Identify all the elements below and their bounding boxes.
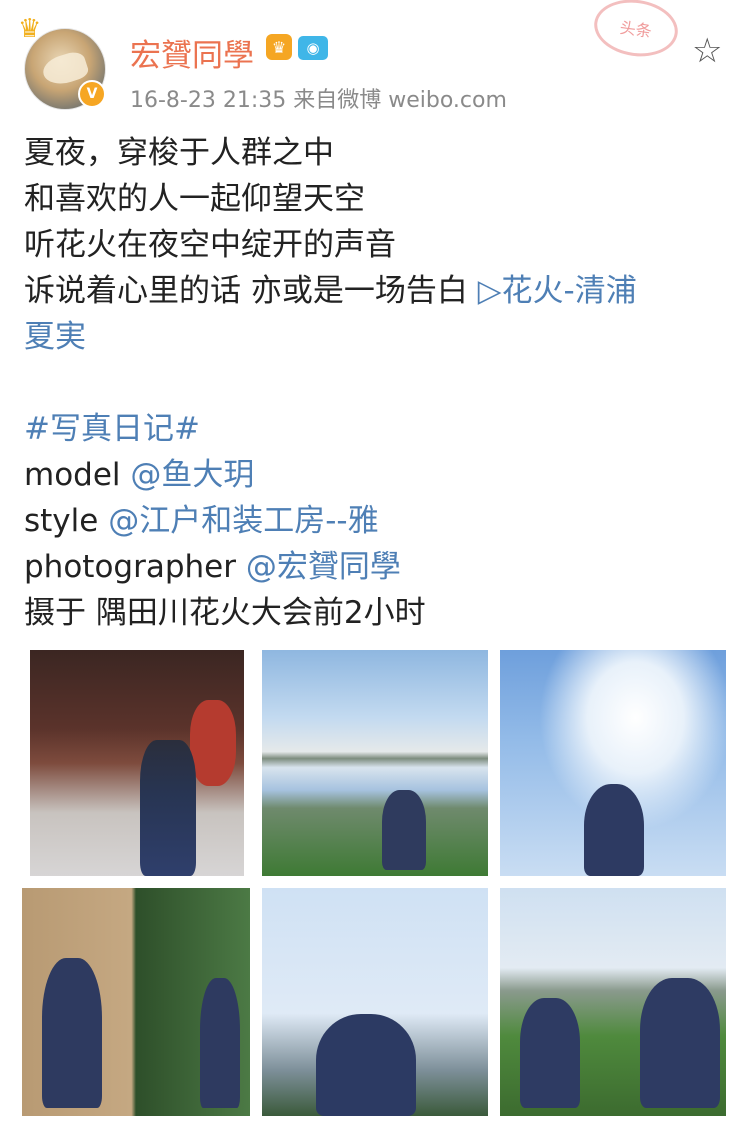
gallery-photo-3[interactable] [500, 650, 726, 876]
gallery-photo-5[interactable] [262, 888, 488, 1116]
location-line: 摄于 隅田川花火大会前2小时 [24, 595, 426, 631]
crown-icon: ♛ [18, 14, 42, 44]
gallery-photo-6[interactable] [500, 888, 726, 1116]
star-icon[interactable]: ☆ [692, 34, 722, 68]
model-mention[interactable]: @鱼大玥 [130, 457, 254, 493]
photographer-line: photographer @宏贇同學 [24, 544, 724, 590]
gallery-photo-1[interactable] [30, 650, 244, 876]
post-content: 夏夜，穿梭于人群之中 和喜欢的人一起仰望天空 听花火在夜空中绽开的声音 诉说着心… [24, 130, 724, 636]
music-link-continued[interactable]: 夏実 [24, 314, 724, 360]
vip-icon[interactable]: ♛ [266, 34, 292, 60]
avatar[interactable]: ♛ V [18, 14, 106, 110]
music-link[interactable]: ▷花火-清浦 [478, 273, 637, 309]
content-line-1: 夏夜，穿梭于人群之中 [24, 135, 334, 171]
username[interactable]: 宏贇同學 [130, 30, 254, 75]
content-line-3: 听花火在夜空中绽开的声音 [24, 227, 396, 263]
model-label: model [24, 457, 131, 493]
content-line-4: 诉说着心里的话 亦或是一场告白 ▷花火-清浦 [24, 268, 724, 314]
verified-badge-icon: V [78, 80, 106, 108]
hashtag-link[interactable]: #写真日记# [24, 406, 724, 452]
gallery-photo-4[interactable] [22, 888, 250, 1116]
style-line: style @江户和装工房--雅 [24, 498, 724, 544]
photographer-mention[interactable]: @宏贇同學 [246, 549, 401, 585]
photo-gallery [0, 648, 750, 1118]
camera-icon[interactable]: ◉ [298, 36, 328, 60]
content-line-2: 和喜欢的人一起仰望天空 [24, 181, 365, 217]
style-mention[interactable]: @江户和装工房--雅 [108, 503, 378, 539]
post-meta: 16-8-23 21:35 来自微博 weibo.com [130, 88, 507, 113]
photographer-label: photographer [24, 549, 246, 585]
content-line-4-text: 诉说着心里的话 亦或是一场告白 [24, 273, 478, 309]
post-header: ♛ V 宏贇同學 ♛ ◉ 16-8-23 21:35 来自微博 weibo.co… [0, 0, 750, 120]
style-label: style [24, 503, 109, 539]
model-line: model @鱼大玥 [24, 452, 724, 498]
gallery-photo-2[interactable] [262, 650, 488, 876]
headline-stamp: 头条 [590, 0, 682, 62]
